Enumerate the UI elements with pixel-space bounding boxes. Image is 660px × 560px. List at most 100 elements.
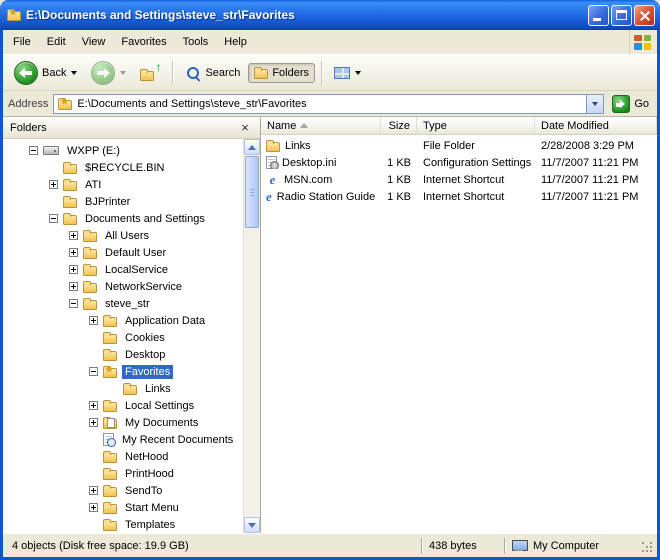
tree-item[interactable]: Cookies (3, 329, 243, 346)
tree-item[interactable]: LocalService (3, 261, 243, 278)
tree-item-label[interactable]: Documents and Settings (82, 212, 208, 226)
address-value[interactable]: E:\Documents and Settings\steve_str\Favo… (77, 98, 581, 110)
collapse-icon[interactable] (49, 214, 58, 223)
scroll-up-button[interactable] (244, 139, 260, 155)
go-button[interactable]: Go (609, 94, 652, 113)
tree-item-label[interactable]: ATI (82, 178, 104, 192)
tree-item[interactable]: Links (3, 380, 243, 397)
scrollbar-thumb[interactable] (245, 156, 259, 228)
folders-button[interactable]: Folders (248, 62, 316, 83)
column-header-size[interactable]: Size (381, 117, 417, 134)
menu-help[interactable]: Help (216, 32, 255, 52)
address-input[interactable]: E:\Documents and Settings\steve_str\Favo… (53, 93, 605, 114)
scrollbar-track[interactable] (244, 155, 260, 517)
tree-item-label[interactable]: My Documents (122, 416, 201, 430)
tree-item-label[interactable]: All Users (102, 229, 152, 243)
tree-item-label[interactable]: Desktop (122, 348, 168, 362)
file-row[interactable]: e MSN.com 1 KB Internet Shortcut 11/7/2007 1… (261, 171, 657, 188)
maximize-button[interactable] (611, 4, 632, 26)
tree-item-label[interactable]: LocalService (102, 263, 171, 277)
tree-item-label[interactable]: WXPP (E:) (64, 144, 123, 158)
expand-icon[interactable] (69, 282, 78, 291)
tree-item[interactable]: Application Data (3, 312, 243, 329)
tree-item-label[interactable]: Cookies (122, 331, 168, 345)
tree-item[interactable]: My Recent Documents (3, 431, 243, 448)
column-header-type[interactable]: Type (417, 117, 535, 134)
tree-item-label[interactable]: Start Menu (122, 501, 182, 515)
tree-item-label[interactable]: My Recent Documents (119, 433, 236, 447)
tree-item[interactable]: $RECYCLE.BIN (3, 159, 243, 176)
tree-item[interactable]: BJPrinter (3, 193, 243, 210)
tree-item-label[interactable]: Links (142, 382, 174, 396)
menu-file[interactable]: File (5, 32, 39, 52)
tree-item[interactable]: Default User (3, 244, 243, 261)
search-button[interactable]: Search (179, 61, 246, 85)
tree-item-label[interactable]: SendTo (122, 484, 165, 498)
collapse-icon[interactable] (29, 146, 38, 155)
expand-icon[interactable] (89, 401, 98, 410)
tree-item-label[interactable]: NetworkService (102, 280, 185, 294)
expand-icon[interactable] (89, 486, 98, 495)
expand-icon[interactable] (69, 265, 78, 274)
tree-item[interactable]: Desktop (3, 346, 243, 363)
tree-scrollbar[interactable] (243, 139, 260, 533)
tree-item-label[interactable]: $RECYCLE.BIN (82, 161, 167, 175)
column-header-name[interactable]: Name (261, 117, 381, 134)
tree-item[interactable]: Local Settings (3, 397, 243, 414)
tree-item[interactable]: WXPP (E:) (3, 142, 243, 159)
expand-icon[interactable] (49, 180, 58, 189)
menu-tools[interactable]: Tools (175, 32, 217, 52)
tree-item[interactable]: My Documents (3, 414, 243, 431)
tree-item[interactable]: PrintHood (3, 465, 243, 482)
tree-item[interactable]: Documents and Settings (3, 210, 243, 227)
file-row[interactable]: Links File Folder 2/28/2008 3:29 PM (261, 137, 657, 154)
menu-favorites[interactable]: Favorites (113, 32, 174, 52)
collapse-icon[interactable] (89, 367, 98, 376)
views-dropdown-icon[interactable] (355, 70, 362, 75)
collapse-icon[interactable] (69, 299, 78, 308)
up-button[interactable] (134, 60, 166, 85)
tree-item-label[interactable]: steve_str (102, 297, 153, 311)
tree-item-label[interactable]: BJPrinter (82, 195, 133, 209)
tree-item-label[interactable]: Favorites (122, 364, 174, 379)
tree-item[interactable]: Favorites (3, 363, 243, 380)
tree-item[interactable]: SendTo (3, 482, 243, 499)
back-dropdown-icon[interactable] (71, 70, 78, 75)
menu-view[interactable]: View (74, 32, 114, 52)
tree-item[interactable]: ATI (3, 176, 243, 193)
tree-item[interactable]: steve_str (3, 295, 243, 312)
folders-pane-close-button[interactable]: × (237, 120, 253, 136)
back-button[interactable]: Back (8, 57, 83, 89)
tree-item-label[interactable]: Default User (102, 246, 169, 260)
tree-item[interactable]: Start Menu (3, 499, 243, 516)
folder-icon (266, 139, 280, 152)
forward-dropdown-icon[interactable] (120, 70, 127, 75)
file-row[interactable]: e Radio Station Guide 1 KB Internet Shortcu… (261, 188, 657, 205)
minimize-button[interactable] (588, 4, 609, 26)
expand-icon[interactable] (69, 231, 78, 240)
close-button[interactable] (634, 4, 655, 26)
tree-item-label[interactable]: Application Data (122, 314, 208, 328)
tree-item[interactable]: NetHood (3, 448, 243, 465)
forward-button[interactable] (85, 57, 132, 89)
scroll-down-button[interactable] (244, 517, 260, 533)
tree-item-label[interactable]: PrintHood (122, 467, 177, 481)
expand-icon[interactable] (69, 248, 78, 257)
column-header-name-label: Name (267, 119, 297, 132)
views-button[interactable] (328, 63, 367, 83)
expand-icon[interactable] (89, 316, 98, 325)
tree-item-label[interactable]: NetHood (122, 450, 171, 464)
menu-edit[interactable]: Edit (39, 32, 74, 52)
resize-grip-icon[interactable] (642, 542, 654, 554)
file-row[interactable]: Desktop.ini 1 KB Configuration Settings 11/… (261, 154, 657, 171)
expand-icon[interactable] (89, 503, 98, 512)
tree-item[interactable]: NetworkService (3, 278, 243, 295)
tree-item-label[interactable]: Local Settings (122, 399, 197, 413)
tree-item[interactable]: Templates (3, 516, 243, 533)
window-frame: FileEditViewFavoritesToolsHelp Back Sear (0, 30, 660, 560)
expand-icon[interactable] (89, 418, 98, 427)
tree-item-label[interactable]: Templates (122, 518, 178, 532)
tree-item[interactable]: All Users (3, 227, 243, 244)
column-header-date[interactable]: Date Modified (535, 117, 657, 134)
address-dropdown-button[interactable] (586, 94, 604, 113)
